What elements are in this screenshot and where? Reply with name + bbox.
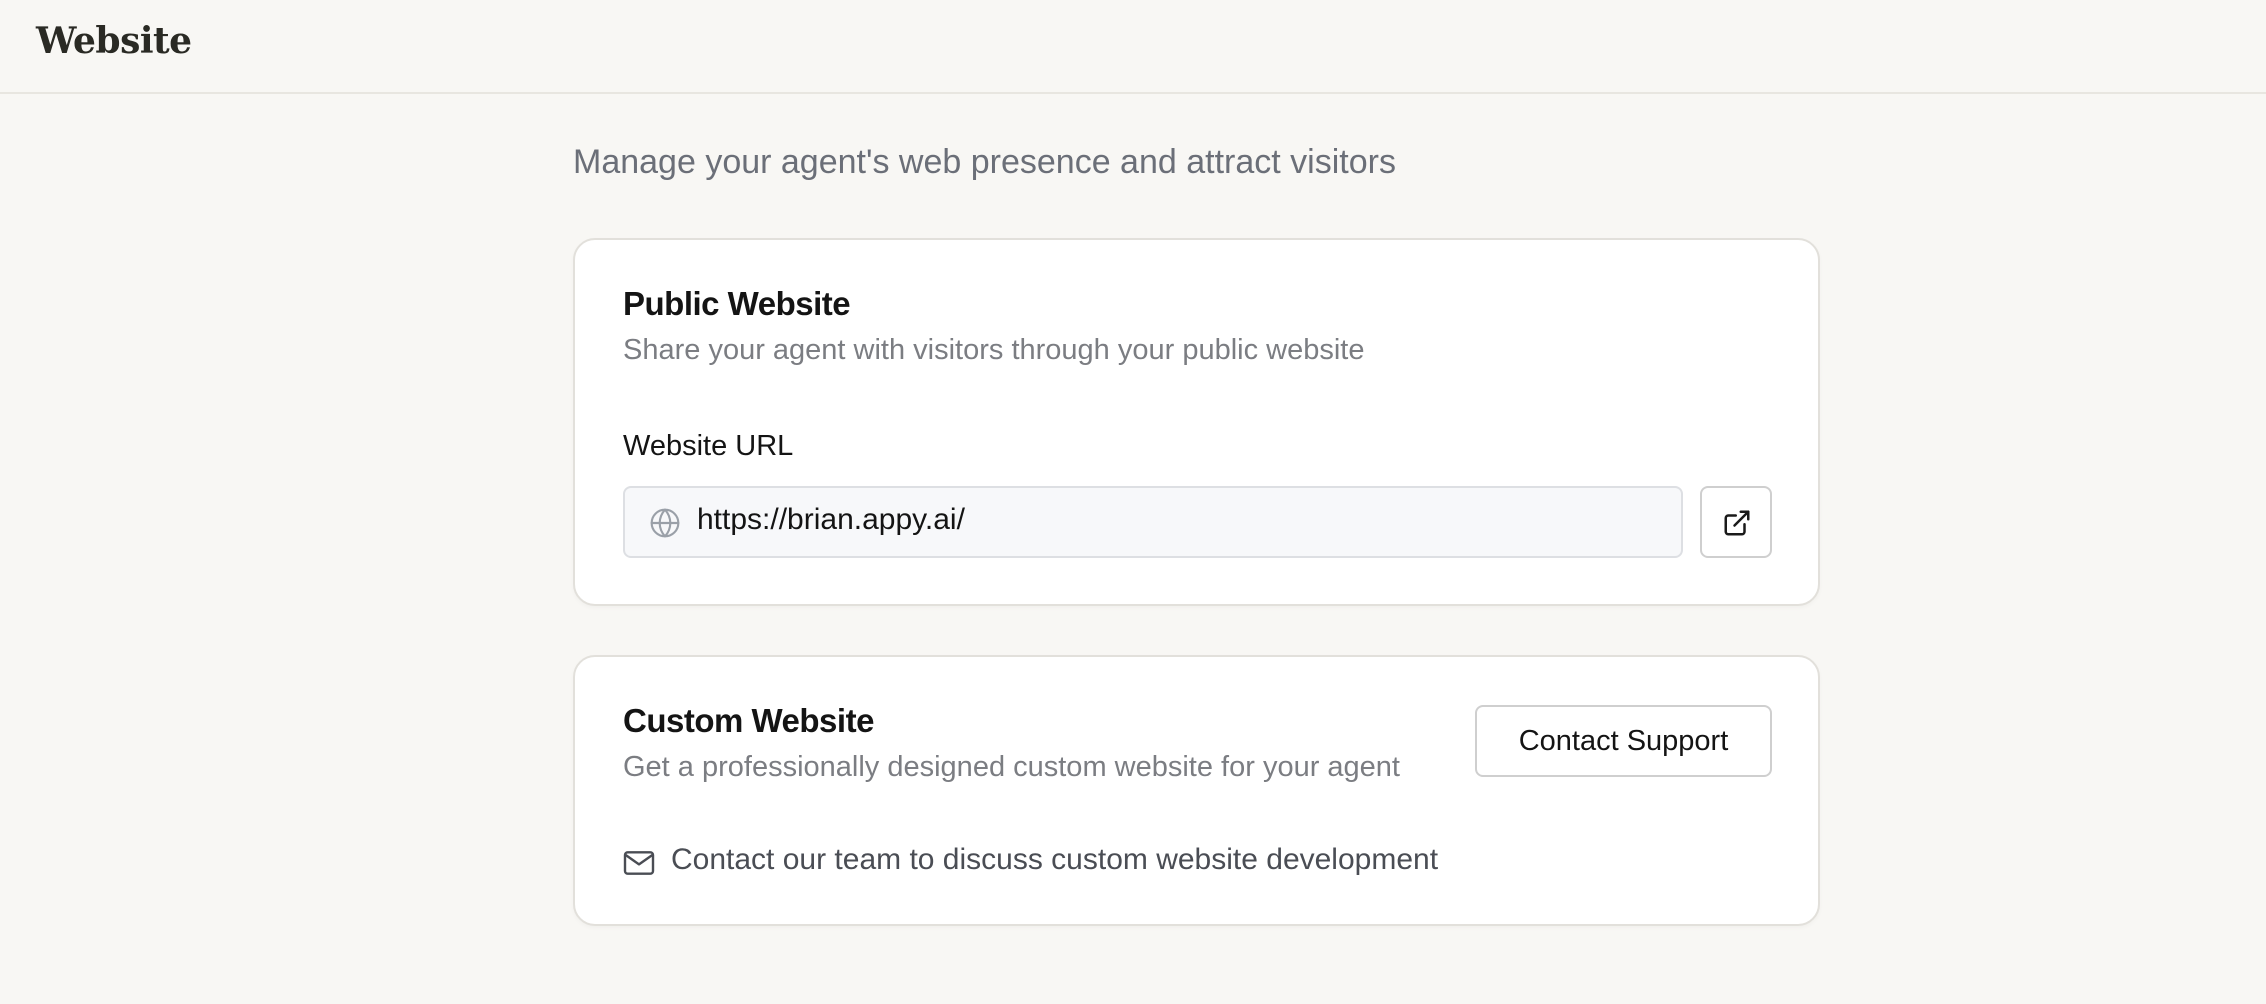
mail-icon xyxy=(623,851,655,875)
custom-website-description: Get a professionally designed custom web… xyxy=(623,751,1400,783)
website-url-value: https://brian.appy.ai/ xyxy=(697,503,965,536)
public-website-card: Public Website Share your agent with vis… xyxy=(573,238,1820,606)
custom-website-title: Custom Website xyxy=(623,702,874,739)
website-url-label: Website URL xyxy=(623,430,794,462)
public-website-title: Public Website xyxy=(623,285,851,322)
custom-website-card: Custom Website Get a professionally desi… xyxy=(573,655,1820,926)
contact-support-button[interactable]: Contact Support xyxy=(1475,705,1772,777)
external-link-icon xyxy=(1724,510,1750,536)
page-title: Website xyxy=(36,20,192,62)
top-bar: Website xyxy=(0,0,2266,94)
custom-website-info-text: Contact our team to discuss custom websi… xyxy=(671,843,1439,876)
globe-icon xyxy=(650,508,680,538)
open-website-button[interactable] xyxy=(1700,486,1772,558)
public-website-description: Share your agent with visitors through y… xyxy=(623,334,1365,366)
page-subtitle: Manage your agent's web presence and att… xyxy=(573,143,1396,181)
website-url-field[interactable]: https://brian.appy.ai/ xyxy=(623,486,1683,558)
